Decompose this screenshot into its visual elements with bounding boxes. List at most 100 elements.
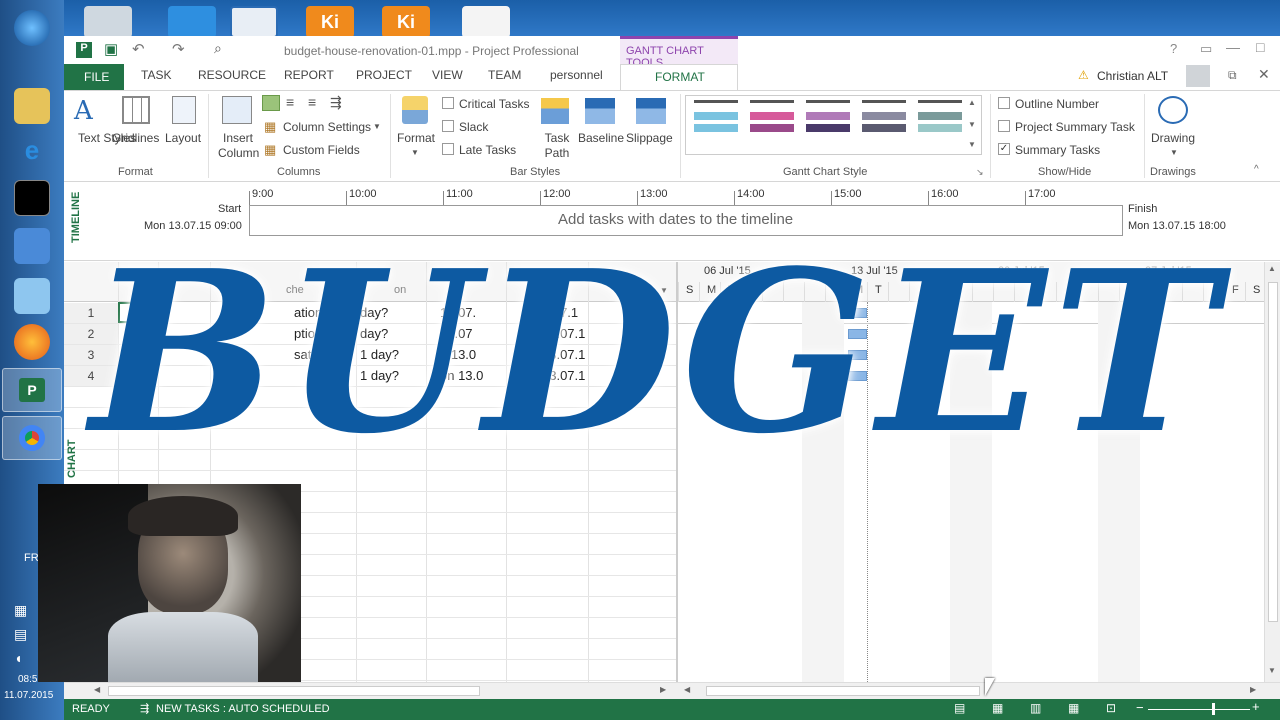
redo-icon[interactable]: ↷ — [172, 40, 185, 58]
timeline-hour-label: 14:00 — [737, 188, 765, 200]
gantt-scroll-right-icon[interactable]: ▶ — [1250, 685, 1256, 694]
gantt-scroll-left-icon[interactable]: ◀ — [684, 685, 690, 694]
scroll-left-icon[interactable]: ◀ — [94, 685, 100, 694]
volume-icon[interactable]: ◖ — [14, 650, 22, 666]
network-icon[interactable] — [14, 228, 50, 264]
timeline-finish-label: Finish — [1128, 203, 1158, 215]
start-orb-icon[interactable] — [14, 10, 50, 46]
close-window-icon[interactable]: ✕ — [1258, 66, 1270, 83]
new-task-mode-icon: ⇶ — [140, 703, 150, 715]
align-center-icon[interactable]: ≡ — [286, 94, 294, 110]
clock-date[interactable]: 11.07.2015 — [4, 690, 53, 701]
recycle-bin-icon[interactable] — [84, 6, 132, 38]
timeline-hour-label: 15:00 — [834, 188, 862, 200]
tab-project[interactable]: PROJECT — [356, 68, 412, 82]
scroll-thumb[interactable] — [1268, 282, 1278, 622]
gallery-more-icon[interactable]: ▼ — [968, 140, 976, 149]
zoom-slider[interactable] — [1148, 709, 1250, 710]
tab-resource[interactable]: RESOURCE — [198, 68, 266, 82]
clipboard-icon[interactable]: ▤ — [14, 626, 27, 643]
minimize-button[interactable]: — — [1226, 39, 1240, 55]
resource-sheet-shortcut-icon[interactable]: ▦ — [1068, 701, 1079, 715]
task-path-icon — [541, 98, 569, 124]
folder-icon[interactable] — [14, 88, 50, 124]
save-icon[interactable]: ▣ — [104, 40, 118, 58]
gantt-style-blue[interactable] — [694, 100, 738, 144]
bar-format-button[interactable]: Format — [397, 131, 435, 145]
collapse-ribbon-icon[interactable]: ^ — [1254, 164, 1259, 175]
gallery-up-icon[interactable]: ▲ — [968, 98, 976, 107]
task-path-button[interactable]: Task Path — [540, 131, 574, 161]
wrap-text-icon[interactable]: ⇶ — [330, 94, 342, 111]
report-shortcut-icon[interactable]: ⊡ — [1106, 701, 1116, 715]
gantt-style-gray[interactable] — [862, 100, 906, 144]
task-usage-shortcut-icon[interactable]: ▦ — [992, 701, 1003, 715]
align-left-icon[interactable] — [262, 95, 280, 111]
tab-format[interactable]: FORMAT — [620, 64, 738, 91]
column-settings-dropdown[interactable]: Column Settings — [283, 120, 371, 134]
status-new-tasks[interactable]: NEW TASKS : AUTO SCHEDULED — [156, 703, 330, 715]
baseline-button[interactable]: Baseline — [578, 131, 624, 145]
firefox-icon[interactable] — [14, 324, 50, 360]
ki-app-icon-2[interactable]: Ki — [382, 6, 430, 38]
critical-tasks-checkbox[interactable] — [442, 97, 454, 109]
outline-number-checkbox[interactable] — [998, 97, 1010, 109]
notepad-icon[interactable] — [14, 278, 50, 314]
gantt-style-pink[interactable] — [750, 100, 794, 144]
zoom-in-icon[interactable]: + — [1252, 699, 1260, 714]
gantt-style-purple[interactable] — [806, 100, 850, 144]
grid-hscroll-thumb[interactable] — [108, 686, 480, 696]
slack-label: Slack — [459, 120, 489, 134]
align-right-icon[interactable]: ≡ — [308, 94, 316, 110]
summary-tasks-label: Summary Tasks — [1015, 143, 1101, 157]
slippage-button[interactable]: Slippage — [626, 131, 673, 145]
dialog-launcher-icon[interactable]: ↘ — [976, 167, 984, 178]
restore-window-icon[interactable]: ⧉ — [1228, 68, 1237, 83]
clock-time[interactable]: 08:5 — [18, 674, 37, 685]
team-planner-shortcut-icon[interactable]: ▥ — [1030, 701, 1041, 715]
tab-file[interactable]: FILE — [64, 64, 124, 90]
zoom-slider-thumb[interactable] — [1212, 703, 1215, 715]
summary-tasks-checkbox[interactable]: ✓ — [998, 143, 1010, 155]
tab-task[interactable]: TASK — [141, 68, 171, 82]
tab-view[interactable]: VIEW — [432, 68, 463, 82]
chrome-taskbar-button[interactable] — [2, 416, 62, 460]
gantt-hscroll-thumb[interactable] — [706, 686, 980, 696]
scroll-down-icon[interactable]: ▼ — [1268, 666, 1276, 675]
late-tasks-checkbox[interactable] — [442, 143, 454, 155]
scroll-right-icon[interactable]: ▶ — [660, 685, 666, 694]
zoom-out-icon[interactable]: − — [1136, 700, 1144, 715]
thunderbird-icon[interactable] — [168, 6, 216, 38]
language-indicator[interactable]: FR — [24, 552, 39, 564]
scroll-up-icon[interactable]: ▲ — [1268, 264, 1276, 273]
html-file-icon[interactable] — [462, 6, 510, 38]
vertical-scrollbar[interactable]: ▲ ▼ — [1264, 262, 1280, 682]
title-bar: P ▣ ↶ ↷ ⌕ budget-house-renovation-01.mpp… — [64, 36, 1280, 69]
internet-explorer-icon[interactable]: e — [14, 132, 50, 168]
tab-team[interactable]: TEAM — [488, 68, 521, 82]
gantt-style-teal[interactable] — [918, 100, 962, 144]
ki-app-icon[interactable]: Ki — [306, 6, 354, 38]
tab-personnel[interactable]: personnel — [550, 68, 603, 82]
undo-icon[interactable]: ↶ — [132, 40, 145, 58]
help-icon[interactable]: ? — [1170, 41, 1177, 56]
command-prompt-icon[interactable] — [14, 180, 50, 216]
maximize-button[interactable]: □ — [1256, 39, 1264, 55]
user-name[interactable]: Christian ALT — [1097, 69, 1168, 83]
insert-column-button[interactable]: Insert Column — [218, 131, 259, 161]
ribbon-display-icon[interactable]: ▭ — [1200, 41, 1212, 57]
tab-report[interactable]: REPORT — [284, 68, 334, 82]
search-app-icon[interactable] — [230, 6, 278, 38]
print-preview-icon[interactable]: ⌕ — [214, 40, 222, 57]
gallery-down-icon[interactable]: ▼ — [968, 120, 976, 129]
project-taskbar-button[interactable]: P — [2, 368, 62, 412]
custom-fields-button[interactable]: Custom Fields — [283, 143, 360, 157]
project-summary-task-checkbox[interactable] — [998, 120, 1010, 132]
gantt-view-shortcut-icon[interactable]: ▤ — [954, 701, 965, 715]
action-center-icon[interactable]: ▦ — [14, 602, 27, 619]
user-avatar[interactable] — [1186, 65, 1210, 87]
drawing-button[interactable]: Drawing — [1151, 131, 1195, 145]
slack-checkbox[interactable] — [442, 120, 454, 132]
gridlines-button[interactable]: Gridlines — [112, 131, 159, 145]
layout-button[interactable]: Layout — [165, 131, 201, 145]
